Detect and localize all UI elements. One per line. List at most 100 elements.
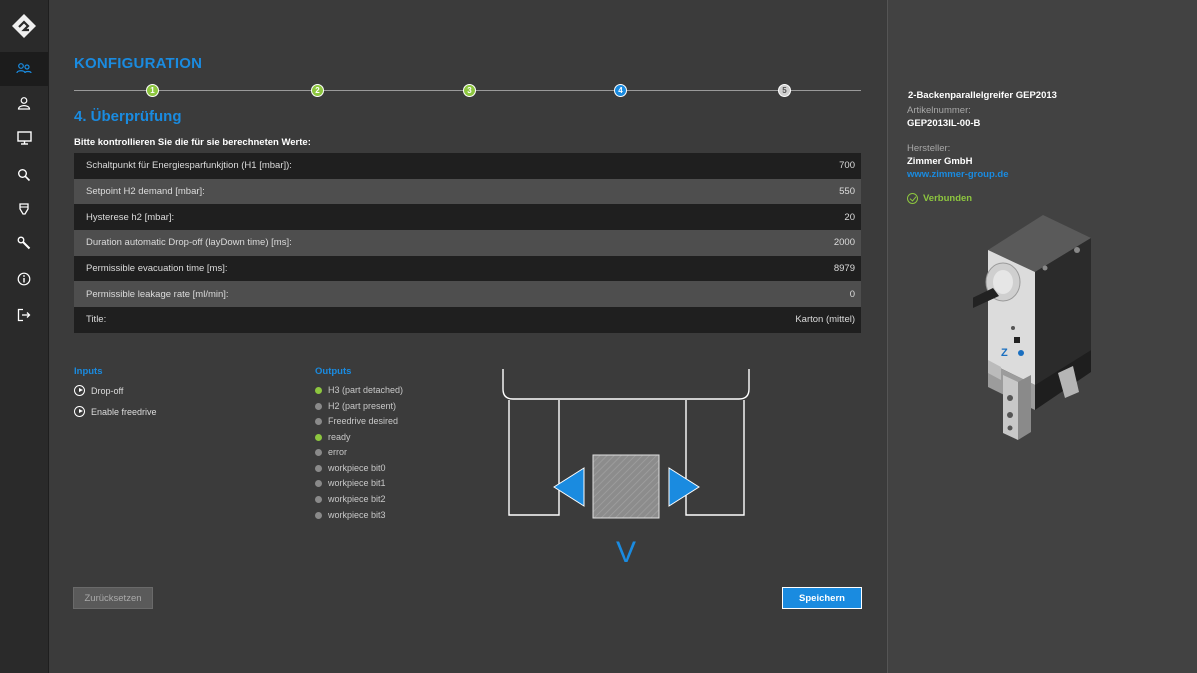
manufacturer-label: Hersteller: bbox=[907, 143, 951, 154]
main-panel: KONFIGURATION 1 2 3 4 5 4. Überprüfung B… bbox=[49, 0, 886, 673]
nav-user[interactable] bbox=[0, 86, 48, 120]
output-bit1: workpiece bit1 bbox=[315, 478, 386, 488]
output-bit0: workpiece bit0 bbox=[315, 463, 386, 473]
table-row: Permissible evacuation time [ms]: 8979 bbox=[74, 255, 861, 282]
output-bit2: workpiece bit2 bbox=[315, 494, 386, 504]
row-label: Permissible leakage rate [ml/min]: bbox=[86, 288, 229, 300]
output-freedrive: Freedrive desired bbox=[315, 416, 398, 426]
status-dot bbox=[315, 417, 322, 425]
status-dot bbox=[315, 402, 322, 410]
output-label: workpiece bit0 bbox=[328, 463, 386, 473]
status-dot bbox=[315, 448, 322, 456]
table-row: Title: Karton (mittel) bbox=[74, 307, 861, 333]
product-title: 2-Backenparallelgreifer GEP2013 bbox=[908, 90, 1057, 101]
logout-icon bbox=[17, 308, 31, 322]
status-dot bbox=[315, 464, 322, 472]
nav-logout[interactable] bbox=[0, 298, 48, 332]
row-label: Schaltpunkt für Energiesparfunkjtion (H1… bbox=[86, 160, 292, 172]
row-value: 0 bbox=[849, 288, 855, 300]
users-icon bbox=[16, 63, 32, 74]
nav-search[interactable] bbox=[0, 158, 48, 192]
table-row: Hysterese h2 [mbar]: 20 bbox=[74, 204, 861, 231]
reset-button[interactable]: Zurücksetzen bbox=[73, 587, 153, 609]
instruction-text: Bitte kontrollieren Sie die für sie bere… bbox=[74, 137, 311, 148]
article-label: Artikelnummer: bbox=[907, 105, 971, 116]
website-link[interactable]: www.zimmer-group.de bbox=[907, 169, 1009, 180]
product-panel: 2-Backenparallelgreifer GEP2013 Artikeln… bbox=[887, 0, 1197, 673]
table-row: Schaltpunkt für Energiesparfunkjtion (H1… bbox=[74, 153, 861, 179]
step-3[interactable]: 3 bbox=[463, 84, 476, 97]
step-4[interactable]: 4 bbox=[614, 84, 627, 97]
step-title: 4. Überprüfung bbox=[74, 108, 182, 125]
row-label: Title: bbox=[86, 314, 107, 326]
nav-tools[interactable] bbox=[0, 226, 48, 260]
status-dot bbox=[315, 511, 322, 519]
inputs-heading: Inputs bbox=[74, 366, 103, 377]
row-value: 700 bbox=[839, 160, 855, 172]
row-value: 8979 bbox=[833, 263, 855, 275]
diagram-letter: V bbox=[616, 536, 636, 569]
output-bit3: workpiece bit3 bbox=[315, 510, 386, 520]
row-label: Hysterese h2 [mbar]: bbox=[86, 211, 175, 223]
check-circle-icon bbox=[907, 193, 918, 204]
output-label: workpiece bit1 bbox=[328, 478, 386, 488]
row-value: Karton (mittel) bbox=[795, 314, 855, 326]
gripper-diagram: V bbox=[499, 365, 759, 580]
output-label: workpiece bit2 bbox=[328, 494, 386, 504]
step-2[interactable]: 2 bbox=[311, 84, 324, 97]
step-1[interactable]: 1 bbox=[146, 84, 159, 97]
input-label: Enable freedrive bbox=[91, 406, 157, 417]
connection-status: Verbunden bbox=[907, 193, 972, 204]
monitor-icon bbox=[16, 131, 32, 145]
step-5[interactable]: 5 bbox=[778, 84, 791, 97]
outputs-heading: Outputs bbox=[315, 366, 352, 377]
row-label: Duration automatic Drop-off (layDown tim… bbox=[86, 237, 292, 249]
table-row: Duration automatic Drop-off (layDown tim… bbox=[74, 230, 861, 256]
output-label: error bbox=[328, 447, 348, 457]
output-label: ready bbox=[328, 432, 351, 442]
input-drop-off[interactable]: Drop-off bbox=[74, 385, 123, 396]
status-dot bbox=[315, 433, 322, 441]
page-title: KONFIGURATION bbox=[74, 55, 203, 72]
row-value: 20 bbox=[844, 211, 855, 223]
gripper-icon bbox=[19, 203, 29, 215]
svg-text:Z: Z bbox=[1001, 347, 1008, 359]
wrench-icon bbox=[17, 236, 31, 250]
row-label: Permissible evacuation time [ms]: bbox=[86, 263, 228, 275]
nav-monitor[interactable] bbox=[0, 121, 48, 155]
play-icon bbox=[74, 385, 85, 396]
logo-icon bbox=[12, 14, 36, 38]
workpiece-box bbox=[592, 454, 660, 519]
info-icon bbox=[17, 272, 31, 286]
input-label: Drop-off bbox=[91, 385, 124, 396]
input-enable-freedrive[interactable]: Enable freedrive bbox=[74, 406, 157, 417]
status-dot bbox=[315, 386, 322, 394]
row-value: 2000 bbox=[833, 237, 855, 249]
row-label: Setpoint H2 demand [mbar]: bbox=[86, 186, 205, 198]
values-table: Schaltpunkt für Energiesparfunkjtion (H1… bbox=[74, 153, 861, 333]
table-row: Permissible leakage rate [ml/min]: 0 bbox=[74, 281, 861, 308]
nav-users[interactable] bbox=[0, 52, 48, 86]
status-dot bbox=[315, 479, 322, 487]
nav-gripper[interactable] bbox=[0, 192, 48, 226]
output-label: Freedrive desired bbox=[328, 416, 399, 426]
arrow-right-icon bbox=[668, 467, 700, 507]
output-ready: ready bbox=[315, 432, 351, 442]
nav-info[interactable] bbox=[0, 262, 48, 296]
search-icon bbox=[18, 169, 31, 182]
manufacturer-value: Zimmer GmbH bbox=[907, 156, 973, 167]
status-text: Verbunden bbox=[923, 193, 973, 204]
table-row: Setpoint H2 demand [mbar]: 550 bbox=[74, 178, 861, 205]
output-label: workpiece bit3 bbox=[328, 510, 386, 520]
status-dot bbox=[315, 495, 322, 503]
output-h3: H3 (part detached) bbox=[315, 385, 403, 395]
sidebar bbox=[0, 0, 49, 673]
output-error: error bbox=[315, 447, 347, 457]
save-button[interactable]: Speichern bbox=[782, 587, 862, 609]
row-value: 550 bbox=[839, 186, 855, 198]
output-h2: H2 (part present) bbox=[315, 401, 396, 411]
logo bbox=[0, 0, 48, 52]
output-label: H2 (part present) bbox=[328, 401, 397, 411]
user-icon bbox=[17, 97, 31, 110]
article-value: GEP2013IL-00-B bbox=[907, 118, 981, 129]
